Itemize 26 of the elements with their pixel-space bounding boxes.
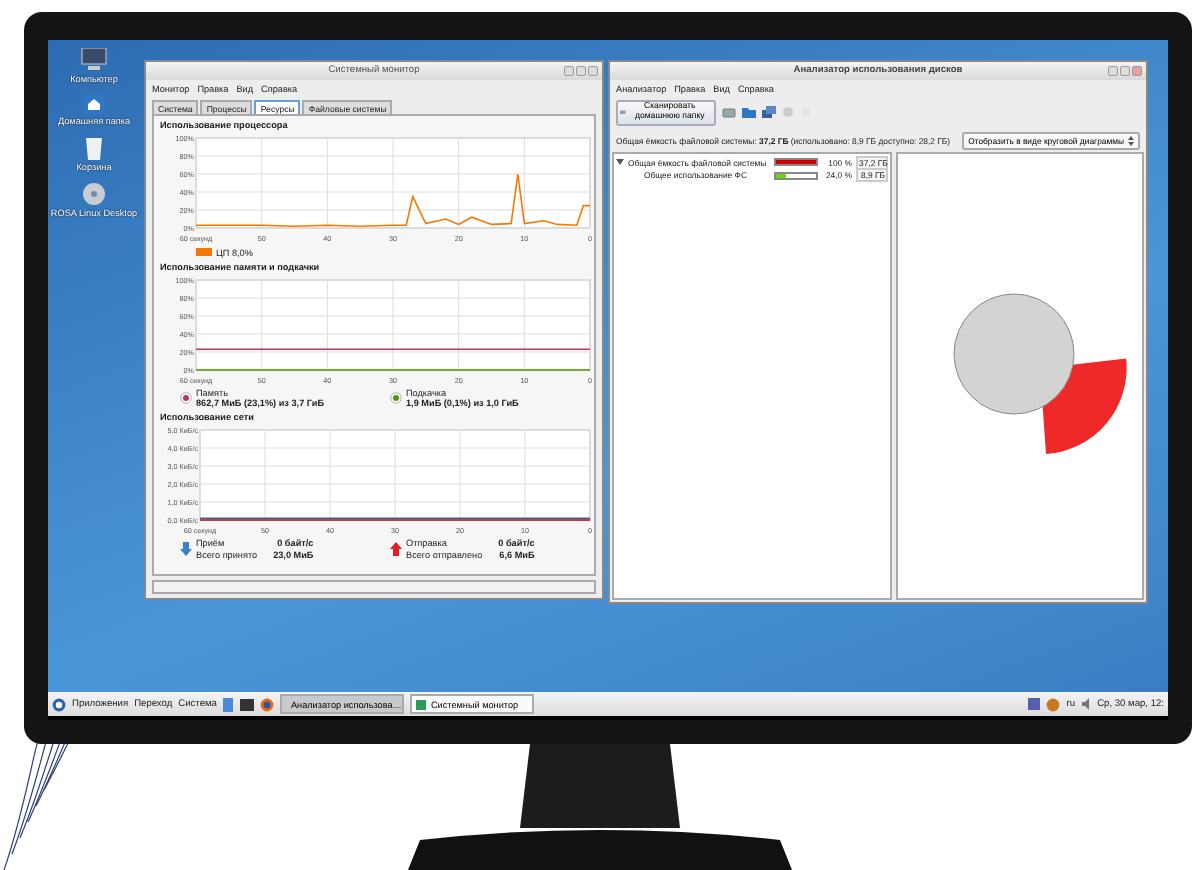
minimize-button[interactable] [1108, 65, 1118, 75]
close-button[interactable] [1132, 65, 1142, 75]
home-folder-icon[interactable] [83, 94, 104, 114]
usage-bar [774, 158, 818, 167]
volume-icon[interactable] [1081, 698, 1092, 710]
pie-icon [180, 392, 192, 404]
start-icon[interactable] [52, 697, 66, 711]
maximize-button[interactable] [1120, 65, 1130, 75]
network-folder-icon[interactable] [762, 106, 776, 118]
usage-bar [774, 171, 818, 180]
pie-icon [390, 392, 402, 404]
up-arrow-icon [390, 542, 402, 556]
computer-icon[interactable] [80, 48, 108, 72]
minimize-button[interactable] [564, 65, 574, 75]
trash-icon[interactable] [84, 136, 104, 160]
close-button[interactable] [588, 65, 598, 75]
disc-icon[interactable] [82, 182, 106, 206]
color-swatch [196, 248, 212, 256]
terminal-icon[interactable] [240, 697, 255, 711]
updown-icon [1128, 135, 1134, 145]
expander-icon[interactable] [616, 158, 624, 167]
maximize-button[interactable] [576, 65, 586, 75]
down-arrow-icon [180, 542, 192, 556]
globe-icon[interactable] [260, 697, 275, 711]
folder-icon[interactable] [742, 106, 756, 118]
window-icon [416, 699, 427, 709]
